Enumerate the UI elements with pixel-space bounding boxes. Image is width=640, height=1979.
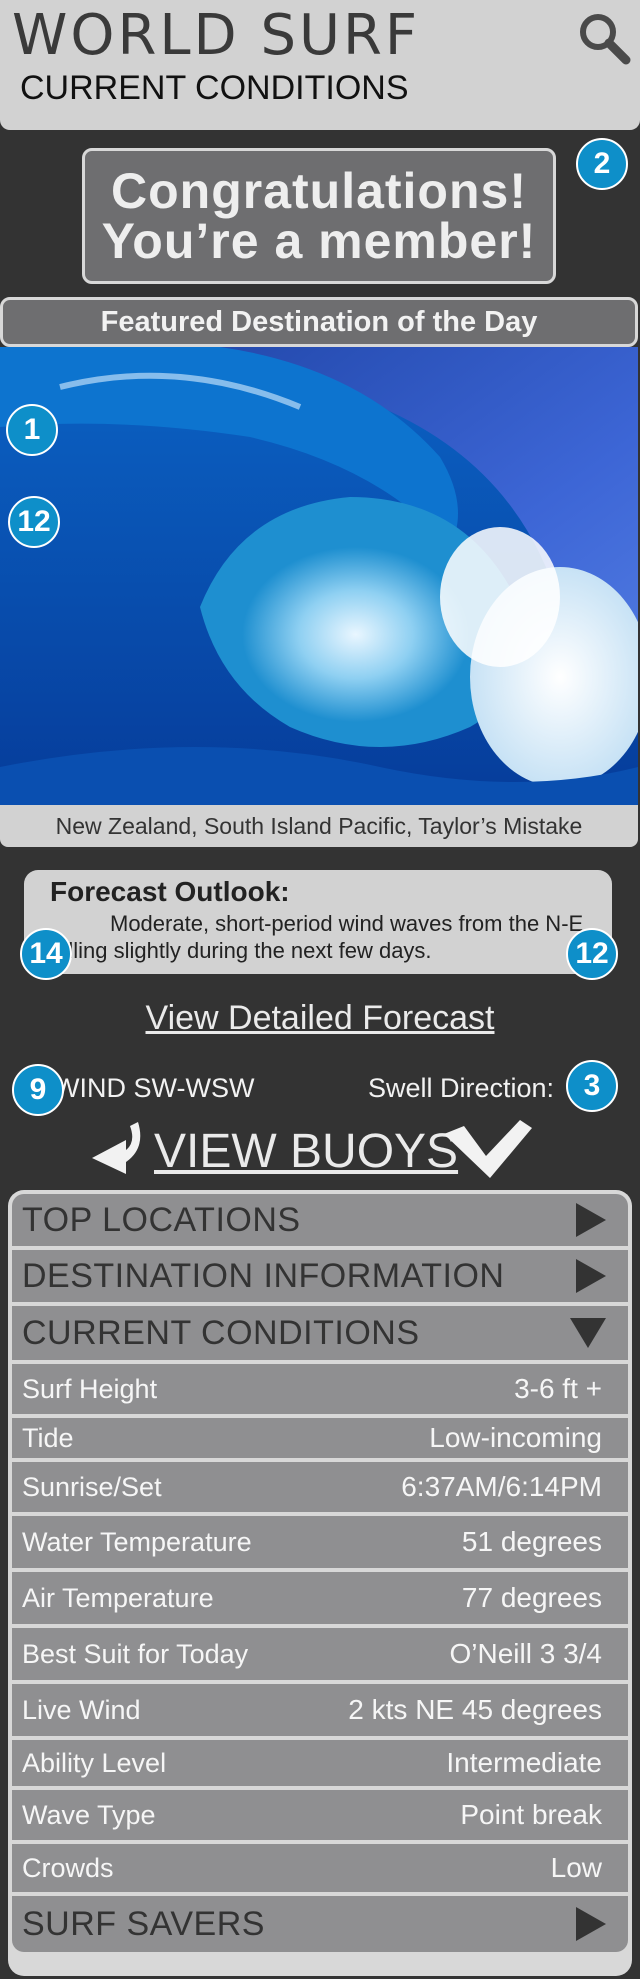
- collapse-arrow-icon: [570, 1318, 606, 1348]
- expand-arrow-icon: [576, 1907, 606, 1941]
- condition-value: Intermediate: [446, 1747, 602, 1778]
- forecast-outlook-card: Forecast Outlook: Moderate, short-period…: [24, 870, 612, 974]
- expand-arrow-icon: [576, 1203, 606, 1237]
- condition-label: Tide: [22, 1422, 74, 1453]
- page-subtitle: CURRENT CONDITIONS: [20, 69, 409, 107]
- section-label: TOP LOCATIONS: [22, 1200, 301, 1239]
- annotation-badge: 3: [566, 1060, 618, 1112]
- condition-row: Surf Height 3-6 ft +: [12, 1364, 628, 1414]
- condition-value: Low: [550, 1852, 602, 1883]
- condition-label: Water Temperature: [22, 1526, 252, 1557]
- section-destination-information[interactable]: DESTINATION INFORMATION: [12, 1250, 628, 1302]
- condition-label: Surf Height: [22, 1373, 158, 1404]
- wind-readout: WIND SW-WSW: [54, 1073, 255, 1103]
- section-surf-savers[interactable]: SURF SAVERS: [12, 1896, 628, 1952]
- info-accordion: TOP LOCATIONS DESTINATION INFORMATION CU…: [8, 1190, 632, 1976]
- condition-row: Wave Type Point break: [12, 1790, 628, 1840]
- condition-label: Live Wind: [22, 1694, 141, 1725]
- condition-row: Ability Level Intermediate: [12, 1740, 628, 1786]
- condition-row: Tide Low-incoming: [12, 1418, 628, 1458]
- condition-value: Point break: [460, 1799, 602, 1830]
- condition-label: Sunrise/Set: [22, 1471, 162, 1502]
- condition-row: Crowds Low: [12, 1844, 628, 1892]
- view-buoys-link[interactable]: VIEW BUOYS: [154, 1124, 458, 1180]
- section-top-locations[interactable]: TOP LOCATIONS: [12, 1194, 628, 1246]
- condition-label: Best Suit for Today: [22, 1638, 249, 1669]
- annotation-badge: 2: [576, 138, 628, 190]
- swell-direction-label: Swell Direction:: [368, 1073, 555, 1103]
- search-icon[interactable]: [576, 10, 632, 66]
- condition-value: 6:37AM/6:14PM: [401, 1471, 602, 1502]
- congrats-line-1: Congratulations!: [111, 163, 527, 219]
- annotation-badge: 1: [6, 404, 58, 456]
- app-header: WORLD SURF CURRENT CONDITIONS: [0, 0, 640, 130]
- condition-row: Live Wind 2 kts NE 45 degrees: [12, 1684, 628, 1736]
- condition-value: Low-incoming: [429, 1422, 602, 1453]
- section-label: CURRENT CONDITIONS: [22, 1313, 420, 1352]
- congrats-line-2: You’re a member!: [101, 213, 537, 269]
- view-detailed-forecast-link[interactable]: View Detailed Forecast: [0, 996, 640, 1040]
- annotation-badge: 12: [566, 928, 618, 980]
- annotation-badge: 9: [12, 1064, 64, 1116]
- condition-value: 77 degrees: [461, 1582, 602, 1613]
- featured-wave-image[interactable]: [0, 347, 638, 805]
- condition-label: Crowds: [22, 1852, 114, 1883]
- brand-title: WORLD SURF: [12, 3, 421, 68]
- condition-value: O’Neill 3 3/4: [449, 1638, 602, 1669]
- section-current-conditions[interactable]: CURRENT CONDITIONS: [12, 1306, 628, 1360]
- condition-row: Best Suit for Today O’Neill 3 3/4: [12, 1628, 628, 1680]
- condition-value: 2 kts NE 45 degrees: [348, 1694, 602, 1725]
- annotation-badge: 14: [20, 928, 72, 980]
- curved-arrow-left-icon: [92, 1122, 141, 1174]
- member-congrats-banner: Congratulations! You’re a member!: [82, 148, 556, 284]
- featured-destination-header: Featured Destination of the Day: [0, 297, 638, 347]
- check-arrow-right-icon: [444, 1120, 532, 1178]
- condition-row: Water Temperature 51 degrees: [12, 1516, 628, 1568]
- condition-value: 3-6 ft +: [514, 1373, 602, 1404]
- condition-row: Sunrise/Set 6:37AM/6:14PM: [12, 1462, 628, 1512]
- section-label: DESTINATION INFORMATION: [22, 1256, 505, 1295]
- condition-label: Air Temperature: [22, 1582, 214, 1613]
- condition-label: Wave Type: [22, 1799, 156, 1830]
- condition-value: 51 degrees: [461, 1526, 602, 1557]
- featured-location-caption: New Zealand, South Island Pacific, Taylo…: [0, 805, 638, 847]
- expand-arrow-icon: [576, 1259, 606, 1293]
- condition-label: Ability Level: [22, 1747, 167, 1778]
- annotation-badge: 12: [8, 496, 60, 548]
- forecast-text: Moderate, short-period wind waves from t…: [50, 911, 584, 963]
- forecast-title: Forecast Outlook:: [50, 876, 290, 907]
- condition-row: Air Temperature 77 degrees: [12, 1572, 628, 1624]
- section-label: SURF SAVERS: [22, 1904, 265, 1943]
